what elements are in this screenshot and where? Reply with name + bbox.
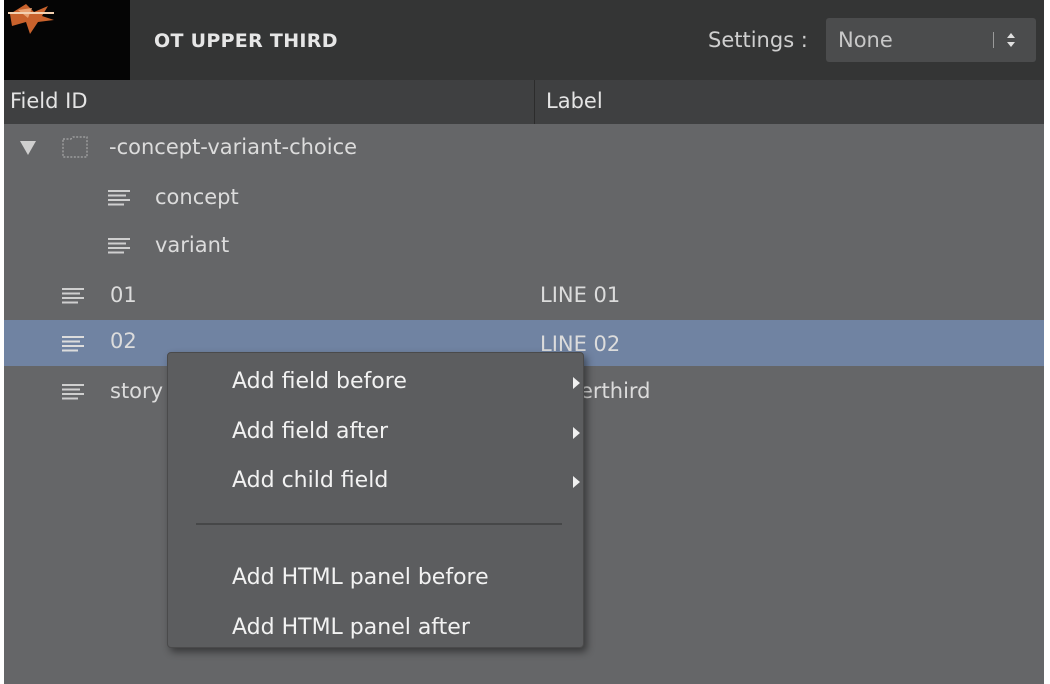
field-id-text: 01 [110, 283, 137, 307]
tree-row[interactable]: -concept-variant-choice [4, 124, 1044, 170]
template-editor-panel: OT UPPER THIRD Settings : None Field ID … [4, 0, 1044, 684]
settings-label: Settings : [708, 28, 808, 52]
up-down-arrows-icon [1004, 30, 1018, 50]
select-divider [993, 32, 994, 48]
field-label-text: LINE 01 [540, 283, 621, 307]
tree-row[interactable]: variant [4, 222, 1044, 268]
text-lines-icon [108, 190, 130, 210]
menu-separator [196, 523, 562, 525]
tree-row[interactable]: concept [4, 174, 1044, 220]
column-header: Field ID Label [4, 80, 1044, 124]
submenu-arrow-icon [573, 377, 580, 389]
menu-item-add-html-panel-before[interactable]: Add HTML panel before [168, 555, 583, 601]
menu-item-add-field-after[interactable]: Add field after [168, 409, 583, 455]
menu-item-add-child-field[interactable]: Add child field [168, 458, 583, 504]
template-header: OT UPPER THIRD Settings : None [4, 0, 1044, 80]
column-separator[interactable] [534, 80, 535, 124]
submenu-arrow-icon [573, 427, 580, 439]
menu-item-label: Add field before [232, 369, 407, 394]
field-id-text: 02 [110, 329, 137, 353]
expand-triangle-icon[interactable] [20, 140, 36, 159]
settings-selected-value: None [838, 28, 893, 52]
tree-row[interactable]: 01 LINE 01 [4, 272, 1044, 318]
template-thumbnail [4, 0, 130, 80]
field-id-text: concept [155, 185, 239, 209]
field-id-text: story [110, 379, 164, 403]
field-id-text: -concept-variant-choice [109, 135, 358, 159]
menu-item-label: Add HTML panel after [232, 615, 470, 640]
column-label[interactable]: Label [546, 89, 603, 113]
text-lines-icon [62, 288, 84, 308]
menu-item-label: Add HTML panel before [232, 565, 489, 590]
menu-item-label: Add field after [232, 419, 389, 444]
template-title: OT UPPER THIRD [154, 30, 338, 52]
menu-item-label: Add child field [232, 468, 389, 493]
text-lines-icon [108, 238, 130, 258]
text-lines-icon [62, 384, 84, 404]
settings-select[interactable]: None [826, 18, 1036, 62]
field-id-text: variant [155, 233, 230, 257]
text-lines-icon [62, 336, 84, 356]
menu-item-add-html-panel-after[interactable]: Add HTML panel after [168, 605, 583, 651]
column-field-id[interactable]: Field ID [10, 89, 88, 113]
submenu-arrow-icon [573, 476, 580, 488]
context-menu: Add field before Add field after Add chi… [167, 352, 584, 648]
menu-item-add-field-before[interactable]: Add field before [168, 359, 583, 405]
folder-icon [62, 136, 88, 162]
